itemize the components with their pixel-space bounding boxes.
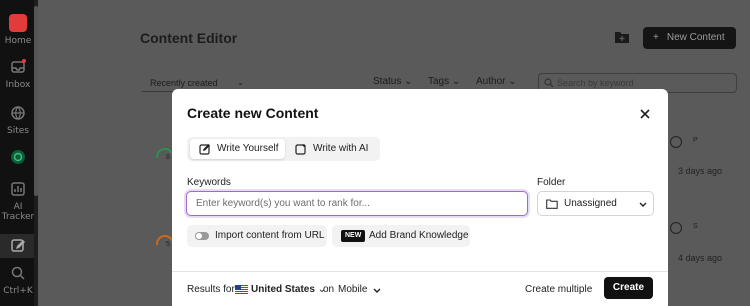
page-title: Content Editor	[140, 30, 238, 46]
create-content-modal: Create new Content Write Yourself Write …	[172, 89, 668, 306]
add-brand-knowledge-button[interactable]: NEW Add Brand Knowledge	[332, 225, 470, 247]
modal-title: Create new Content	[187, 105, 319, 121]
new-badge: NEW	[341, 230, 366, 242]
row-date: 4 days ago	[678, 253, 723, 263]
folder-select[interactable]: Unassigned	[537, 191, 654, 216]
create-button[interactable]: Create	[604, 277, 653, 299]
device-select[interactable]: Mobile	[338, 284, 381, 295]
keywords-label: Keywords	[187, 177, 231, 188]
rail-ai-tracker[interactable]: AI Tracker	[0, 180, 36, 222]
ai-sparkle-icon	[295, 143, 306, 155]
folder-label: Folder	[537, 177, 566, 188]
status-check-icon	[670, 136, 682, 148]
tags-filter-label: Tags	[428, 76, 450, 87]
folder-value: Unassigned	[564, 198, 617, 209]
country-select[interactable]: United States ⌄	[251, 284, 326, 295]
left-rail: Home Inbox Sites AI Tracker Ctrl+K	[0, 0, 36, 306]
edit-icon	[199, 144, 210, 155]
close-icon[interactable]	[638, 107, 652, 121]
row-avatar: P	[693, 137, 698, 144]
site-favicon-icon	[11, 150, 25, 164]
rail-home[interactable]: Home	[0, 14, 36, 46]
us-flag-icon	[235, 285, 248, 294]
brand-knowledge-label: Add Brand Knowledge	[369, 230, 469, 241]
new-folder-icon[interactable]	[614, 30, 630, 44]
device-value: Mobile	[338, 284, 368, 295]
tab-write-with-ai[interactable]: Write with AI	[291, 139, 377, 159]
inbox-icon	[11, 59, 26, 73]
write-mode-tabs: Write Yourself Write with AI	[187, 137, 380, 161]
on-label: on	[323, 284, 335, 295]
ai-tracker-icon	[11, 182, 25, 196]
row-score: 8	[166, 154, 170, 161]
rail-inbox-label: Inbox	[5, 80, 31, 90]
editor-icon	[11, 239, 25, 252]
rail-search[interactable]: Ctrl+K	[0, 264, 36, 296]
plus-icon: +	[653, 32, 659, 43]
new-content-button[interactable]: + New Content	[643, 27, 736, 49]
import-url-toggle[interactable]: Import content from URL	[187, 225, 327, 247]
row-date: 3 days ago	[678, 166, 723, 176]
keywords-input[interactable]	[186, 191, 528, 216]
chevron-down-icon	[373, 288, 381, 293]
toggle-switch[interactable]	[195, 232, 209, 240]
globe-icon	[11, 106, 25, 120]
folder-icon	[546, 199, 558, 209]
rail-editor[interactable]	[0, 234, 36, 258]
rail-sites-label: Sites	[7, 126, 29, 136]
home-icon	[9, 14, 27, 32]
row-score: 5	[166, 241, 170, 248]
status-filter-label: Status	[373, 76, 402, 87]
search-icon	[544, 78, 554, 88]
rail-inbox[interactable]: Inbox	[0, 58, 36, 90]
import-url-label: Import content from URL	[215, 230, 325, 241]
chevron-down-icon	[639, 202, 647, 207]
sort-label: Recently created	[150, 78, 218, 88]
rail-site[interactable]	[0, 148, 36, 166]
create-multiple-button[interactable]: Create multiple	[525, 284, 592, 295]
tags-filter[interactable]: Tags ⌄	[428, 76, 460, 87]
rail-sites[interactable]: Sites	[0, 104, 36, 136]
search-icon	[11, 266, 25, 280]
country-value: United States	[251, 284, 315, 295]
status-check-icon	[670, 222, 682, 234]
tab-write-yourself-label: Write Yourself	[217, 143, 279, 154]
rail-ai-tracker-label: AI Tracker	[1, 202, 35, 222]
tab-write-yourself[interactable]: Write Yourself	[190, 139, 285, 159]
status-filter[interactable]: Status ⌄	[373, 76, 413, 87]
search-placeholder: Search by keyword	[557, 78, 634, 88]
new-content-label: New Content	[666, 32, 725, 43]
rail-search-shortcut: Ctrl+K	[3, 286, 33, 296]
rail-home-label: Home	[4, 36, 32, 46]
results-for-label: Results for	[187, 284, 235, 295]
author-filter-label: Author	[476, 76, 506, 87]
tab-write-with-ai-label: Write with AI	[313, 143, 369, 154]
author-filter[interactable]: Author ⌄	[476, 76, 517, 87]
modal-footer: Results for United States ⌄ on Mobile Cr…	[172, 271, 668, 306]
row-avatar: S	[693, 223, 698, 230]
